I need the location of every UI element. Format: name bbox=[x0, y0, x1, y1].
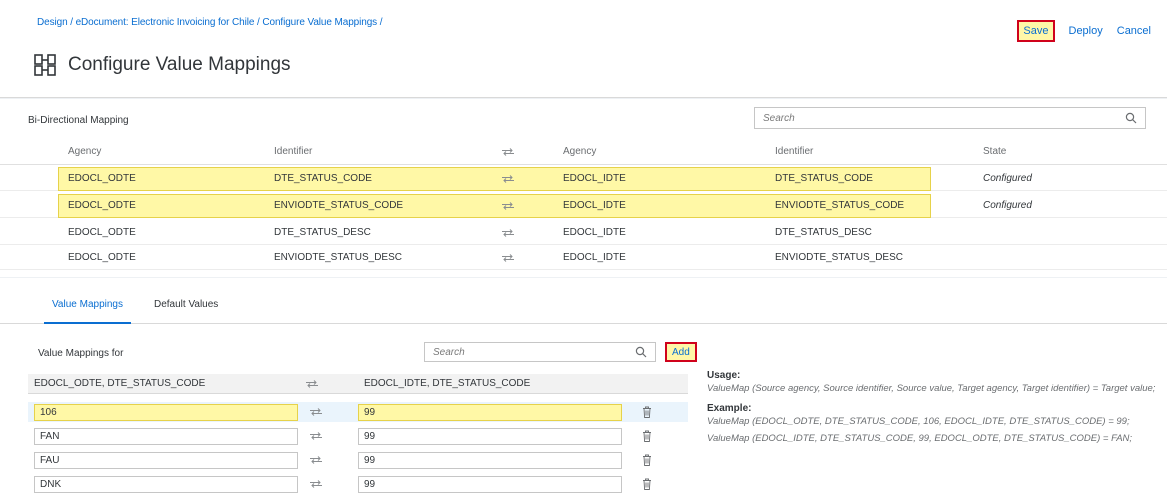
page-title: Configure Value Mappings bbox=[68, 54, 291, 75]
tab-value-mappings[interactable]: Value Mappings bbox=[44, 299, 131, 324]
cell-agency-source: EDOCL_ODTE bbox=[68, 227, 136, 238]
cell-agency-target: EDOCL_IDTE bbox=[563, 200, 626, 211]
table-row[interactable]: EDOCL_ODTE ENVIODTE_STATUS_DESC EDOCL_ID… bbox=[0, 246, 1167, 270]
cell-agency-target: EDOCL_IDTE bbox=[563, 227, 626, 238]
table-row[interactable]: EDOCL_ODTE ENVIODTE_STATUS_CODE EDOCL_ID… bbox=[0, 194, 1167, 218]
target-value-input[interactable]: 99 bbox=[358, 452, 622, 469]
column-agency-source: Agency bbox=[68, 146, 102, 157]
cell-identifier-target: ENVIODTE_STATUS_CODE bbox=[775, 200, 905, 211]
bidirectional-arrow-icon bbox=[502, 228, 514, 237]
cell-identifier-source: ENVIODTE_STATUS_DESC bbox=[274, 252, 402, 263]
bidirectional-arrow-icon bbox=[502, 147, 514, 156]
search-icon[interactable] bbox=[1125, 112, 1137, 124]
target-value-input[interactable]: 99 bbox=[358, 428, 622, 445]
bidirectional-arrow-icon bbox=[310, 480, 322, 488]
tab-bar: Value Mappings Default Values bbox=[0, 278, 1167, 324]
breadcrumb[interactable]: Design / eDocument: Electronic Invoicing… bbox=[37, 17, 383, 28]
value-mappings-panel: Value Mappings Default Values Value Mapp… bbox=[0, 278, 1167, 501]
bidirectional-arrow-icon bbox=[310, 456, 322, 464]
bidirectional-arrow-header bbox=[502, 139, 514, 164]
row-arrow bbox=[310, 432, 322, 440]
column-identifier-source: Identifier bbox=[274, 146, 313, 157]
value-mapping-icon bbox=[34, 54, 56, 76]
header-actions: Save Deploy Cancel bbox=[1017, 20, 1151, 42]
bidirectional-label: Bi-Directional Mapping bbox=[28, 115, 129, 126]
column-target-value: EDOCL_IDTE, DTE_STATUS_CODE bbox=[364, 378, 531, 389]
status-badge: Configured bbox=[983, 173, 1032, 184]
search-placeholder: Search bbox=[433, 346, 465, 358]
source-value-input[interactable]: DNK bbox=[34, 476, 298, 493]
bidirectional-arrow-icon bbox=[306, 379, 318, 388]
cancel-button[interactable]: Cancel bbox=[1117, 25, 1151, 37]
row-arrow bbox=[310, 480, 322, 488]
search-placeholder: Search bbox=[763, 112, 795, 124]
value-mappings-label: Value Mappings for bbox=[38, 348, 124, 359]
deploy-button[interactable]: Deploy bbox=[1069, 25, 1103, 37]
title-area: Configure Value Mappings bbox=[34, 54, 291, 76]
table-row[interactable]: EDOCL_ODTE DTE_STATUS_CODE EDOCL_IDTE DT… bbox=[0, 167, 1167, 191]
column-agency-target: Agency bbox=[563, 146, 597, 157]
status-badge: Configured bbox=[983, 200, 1032, 211]
list-item[interactable]: 106 99 bbox=[28, 402, 688, 422]
source-value-input[interactable]: FAU bbox=[34, 452, 298, 469]
cell-agency-target: EDOCL_IDTE bbox=[563, 252, 626, 263]
value-mappings-search-input[interactable]: Search bbox=[424, 342, 656, 362]
trash-icon[interactable] bbox=[642, 406, 652, 418]
bidirectional-arrow-icon bbox=[310, 408, 322, 416]
bidirectional-mapping-panel: Bi-Directional Mapping Search Agency Ide… bbox=[0, 99, 1167, 277]
list-item[interactable]: FAU 99 bbox=[28, 450, 688, 470]
cell-agency-source: EDOCL_ODTE bbox=[68, 200, 136, 211]
list-item[interactable]: DNK 99 bbox=[28, 474, 688, 494]
cell-agency-source: EDOCL_ODTE bbox=[68, 252, 136, 263]
source-value-input[interactable]: FAN bbox=[34, 428, 298, 445]
bidirectional-arrow-icon bbox=[310, 432, 322, 440]
bidirectional-arrow-icon bbox=[502, 253, 514, 262]
add-button[interactable]: Add bbox=[665, 342, 697, 362]
bidirectional-arrow-icon bbox=[502, 201, 514, 210]
row-arrow bbox=[502, 221, 514, 244]
target-value-input[interactable]: 99 bbox=[358, 476, 622, 493]
page-header: Design / eDocument: Electronic Invoicing… bbox=[0, 0, 1167, 98]
value-mappings-table-header: EDOCL_ODTE, DTE_STATUS_CODE EDOCL_IDTE, … bbox=[28, 374, 688, 394]
row-arrow bbox=[310, 456, 322, 464]
row-arrow bbox=[502, 167, 514, 190]
cell-identifier-target: DTE_STATUS_DESC bbox=[775, 227, 872, 238]
row-arrow bbox=[310, 408, 322, 416]
cell-identifier-source: DTE_STATUS_DESC bbox=[274, 227, 371, 238]
cell-identifier-target: DTE_STATUS_CODE bbox=[775, 173, 873, 184]
list-item[interactable]: FAN 99 bbox=[28, 426, 688, 446]
usage-title: Usage: bbox=[707, 370, 741, 381]
example-1: ValueMap (EDOCL_ODTE, DTE_STATUS_CODE, 1… bbox=[707, 416, 1130, 427]
cell-identifier-target: ENVIODTE_STATUS_DESC bbox=[775, 252, 903, 263]
row-arrow bbox=[502, 246, 514, 269]
example-2: ValueMap (EDOCL_IDTE, DTE_STATUS_CODE, 9… bbox=[707, 433, 1133, 444]
table-row[interactable]: EDOCL_ODTE DTE_STATUS_DESC EDOCL_IDTE DT… bbox=[0, 221, 1167, 245]
example-title: Example: bbox=[707, 403, 752, 414]
trash-icon[interactable] bbox=[642, 454, 652, 466]
cell-agency-source: EDOCL_ODTE bbox=[68, 173, 136, 184]
source-value-input[interactable]: 106 bbox=[34, 404, 298, 421]
tab-default-values[interactable]: Default Values bbox=[154, 299, 218, 310]
row-arrow bbox=[502, 194, 514, 217]
save-button[interactable]: Save bbox=[1017, 20, 1055, 42]
cell-identifier-source: ENVIODTE_STATUS_CODE bbox=[274, 200, 404, 211]
target-value-input[interactable]: 99 bbox=[358, 404, 622, 421]
trash-icon[interactable] bbox=[642, 478, 652, 490]
search-icon[interactable] bbox=[635, 346, 647, 358]
usage-help-panel: Usage: ValueMap (Source agency, Source i… bbox=[707, 370, 1159, 445]
column-state: State bbox=[983, 146, 1007, 157]
bidirectional-arrow-icon bbox=[502, 174, 514, 183]
column-source-value: EDOCL_ODTE, DTE_STATUS_CODE bbox=[34, 378, 206, 389]
cell-identifier-source: DTE_STATUS_CODE bbox=[274, 173, 372, 184]
column-identifier-target: Identifier bbox=[775, 146, 814, 157]
cell-agency-target: EDOCL_IDTE bbox=[563, 173, 626, 184]
trash-icon[interactable] bbox=[642, 430, 652, 442]
usage-text: ValueMap (Source agency, Source identifi… bbox=[707, 383, 1156, 394]
arrow-header bbox=[306, 374, 318, 393]
bidirectional-search-input[interactable]: Search bbox=[754, 107, 1146, 129]
bidirectional-table-header: Agency Identifier Agency Identifier Stat… bbox=[0, 139, 1167, 165]
